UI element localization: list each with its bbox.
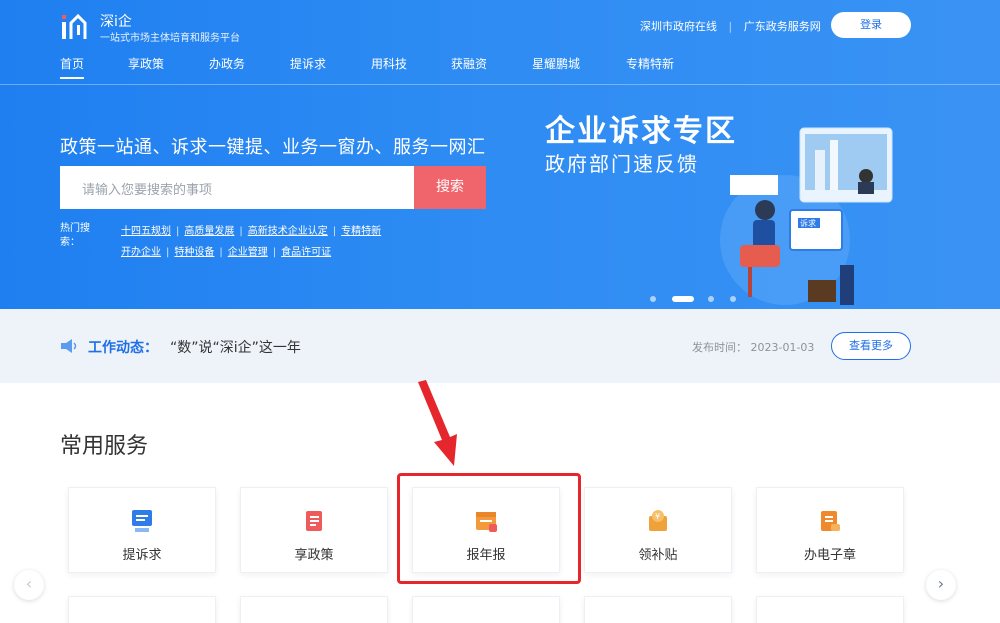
complaint-icon [132, 510, 152, 532]
hot-search-row-1: 十四五规划 | 高质量发展 | 高新技术企业认定 | 专精特新 [121, 226, 382, 237]
carousel-dot[interactable] [708, 296, 714, 302]
service-card[interactable] [756, 596, 904, 623]
news-date: 发布时间： 2023-01-03 [692, 341, 815, 354]
document-icon [301, 615, 327, 623]
top-links: 深圳市政府在线 | 广东政务服务网 [640, 18, 829, 34]
gift-icon [473, 615, 499, 623]
service-card-e-seal[interactable]: 办电子章 [756, 487, 904, 573]
hot-link[interactable]: 十四五规划 [121, 226, 171, 237]
hot-search-row-2: 开办企业 | 特种设备 | 企业管理 | 食品许可证 [121, 247, 332, 258]
news-title[interactable]: “数”说“深i企”这一年 [170, 337, 301, 357]
service-card[interactable] [412, 596, 560, 623]
nav-technology[interactable]: 用科技 [371, 55, 407, 72]
banner-screen-text: 诉求 [800, 218, 816, 228]
hot-link[interactable]: 高质量发展 [184, 226, 234, 237]
annotation-highlight-box [397, 473, 581, 584]
services-title: 常用服务 [60, 434, 149, 459]
brand-subtitle: 一站式市场主体培育和服务平台 [100, 33, 240, 44]
view-more-button[interactable]: 查看更多 [831, 332, 911, 360]
header-hero: 深i企 一站式市场主体培育和服务平台 深圳市政府在线 | 广东政务服务网 登录 … [0, 0, 1000, 309]
hero-tagline: 政策一站通、诉求一键提、业务一窗办、服务一网汇 [60, 137, 486, 158]
speaker-icon [61, 339, 77, 353]
prev-arrow-button[interactable]: ‹ [14, 570, 44, 600]
carousel-dot[interactable] [650, 296, 656, 302]
top-link-guangdong[interactable]: 广东政务服务网 [744, 20, 821, 33]
nav-star-city[interactable]: 星耀鹏城 [532, 55, 580, 72]
nav-divider [0, 84, 1000, 85]
logo-icon [62, 13, 87, 39]
news-label: 工作动态： [88, 340, 158, 356]
hot-link[interactable]: 特种设备 [174, 247, 214, 258]
banner-subtitle: 政府部门速反馈 [545, 152, 699, 176]
svg-text:¥: ¥ [655, 512, 660, 521]
divider: | [728, 20, 733, 33]
hot-search-label: 热门搜索： [60, 223, 90, 248]
service-card-policy[interactable]: 享政策 [240, 487, 388, 573]
briefcase-icon [817, 615, 843, 623]
hot-link[interactable]: 高新技术企业认定 [248, 226, 328, 237]
hot-link[interactable]: 开办企业 [121, 247, 161, 258]
annotation-arrow-icon [418, 380, 457, 466]
service-card[interactable] [240, 596, 388, 623]
next-arrow-button[interactable]: › [926, 570, 956, 600]
e-seal-icon [821, 511, 840, 531]
nav-home[interactable]: 首页 [60, 55, 85, 79]
nav-affairs[interactable]: 办政务 [209, 55, 245, 72]
hot-link[interactable]: 专精特新 [341, 226, 381, 237]
brand-title: 深i企 [100, 14, 132, 30]
service-label: 办电子章 [803, 548, 856, 563]
hot-link[interactable]: 企业管理 [228, 247, 268, 258]
carousel-dot[interactable] [730, 296, 736, 302]
hot-link[interactable]: 食品许可证 [281, 247, 331, 258]
news-strip: 工作动态： “数”说“深i企”这一年 发布时间： 2023-01-03 查看更多 [0, 309, 1000, 383]
top-link-shenzhen[interactable]: 深圳市政府在线 [640, 20, 717, 33]
service-card-subsidy[interactable]: ¥ 领补贴 [584, 487, 732, 573]
service-card-complaint[interactable]: 提诉求 [68, 487, 216, 573]
carousel-dot-active[interactable] [672, 296, 694, 302]
service-label: 领补贴 [638, 548, 678, 563]
search-button[interactable]: 搜索 [414, 166, 486, 209]
nav-specialized[interactable]: 专精特新 [626, 55, 674, 72]
service-label: 享政策 [294, 548, 334, 563]
shield-icon [645, 615, 671, 623]
subsidy-icon: ¥ [649, 510, 667, 531]
service-label: 提诉求 [122, 548, 162, 563]
pin-icon [129, 615, 155, 623]
policy-icon [306, 511, 322, 531]
service-card[interactable] [584, 596, 732, 623]
search-placeholder: 请输入您要搜索的事项 [82, 183, 213, 198]
nav-policy[interactable]: 享政策 [128, 55, 164, 72]
banner-illustration: 诉求 [720, 127, 893, 305]
nav-finance[interactable]: 获融资 [451, 55, 487, 72]
service-card[interactable] [68, 596, 216, 623]
login-button[interactable]: 登录 [831, 12, 911, 38]
nav-complaint[interactable]: 提诉求 [290, 55, 326, 72]
